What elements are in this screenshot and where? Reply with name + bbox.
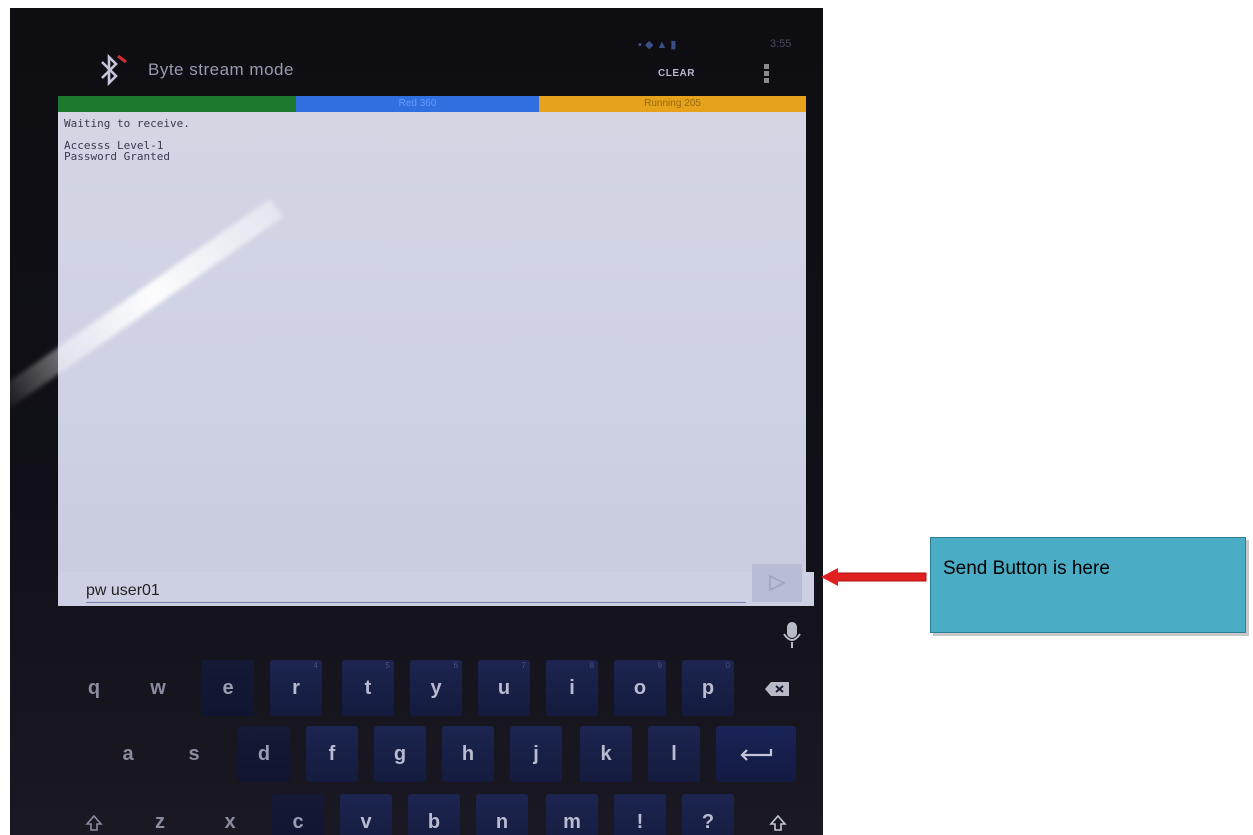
overflow-menu-icon[interactable] [762,62,770,86]
terminal-output: Waiting to receive. Accesss Level-1 Pass… [10,112,806,602]
key-q[interactable]: q [68,660,120,716]
key-label: n [495,811,509,833]
key-label: g [393,743,407,765]
key-p[interactable]: 0p [682,660,734,716]
microphone-icon[interactable] [780,620,804,650]
key-j[interactable]: j [510,726,562,782]
key-l[interactable]: l [648,726,700,782]
backspace-icon [765,681,789,696]
key-g[interactable]: g [374,726,426,782]
app-title: Byte stream mode [148,60,294,79]
screen-glare [10,198,283,413]
status-segment-green [58,96,296,112]
key-m[interactable]: m [546,794,598,835]
key-question[interactable]: ? [682,794,734,835]
key-label: u [497,677,511,699]
key-label: o [633,677,647,699]
key-u[interactable]: 7u [478,660,530,716]
key-label: p [701,677,715,699]
key-c[interactable]: c [272,794,324,835]
key-label: x [224,811,236,833]
annotation-callout: Send Button is here [930,537,1246,633]
key-alt-label: 4 [313,661,318,670]
key-t[interactable]: 5t [342,660,394,716]
key-o[interactable]: 9o [614,660,666,716]
key-alt-label: 5 [385,661,390,670]
key-label: k [600,743,612,765]
key-alt-label: 0 [725,661,730,670]
key-label: s [188,743,200,765]
key-label: i [569,677,575,699]
key-h[interactable]: h [442,726,494,782]
bluetooth-icon [101,53,127,87]
key-alt-label: 8 [589,661,594,670]
annotation-text: Send Button is here [943,558,1110,579]
tablet-screen-photo: Byte stream mode ▪ ◆ ▲ ▮ 3:55 CLEAR Red … [10,8,823,835]
key-label: v [360,811,372,833]
key-label: r [292,677,300,699]
shift-icon [769,814,787,831]
key-label: j [533,743,539,765]
key-f[interactable]: f [306,726,358,782]
key-v[interactable]: v [340,794,392,835]
key-backspace[interactable] [752,660,802,716]
key-i[interactable]: 8i [546,660,598,716]
key-label: d [257,743,271,765]
send-button[interactable] [752,564,802,602]
key-label: z [155,811,165,833]
connection-status-strip: Red 360 Running 205 [58,96,806,112]
key-label: c [292,811,304,833]
key-label: e [222,677,234,699]
key-exclamation[interactable]: ! [614,794,666,835]
status-bar-icons: ▪ ◆ ▲ ▮ [638,39,677,51]
key-x[interactable]: x [204,794,256,835]
key-alt-label: 7 [521,661,526,670]
key-label: w [150,677,166,699]
key-label: ! [636,811,644,833]
key-alt-label: 6 [453,661,458,670]
terminal-text: Waiting to receive. Accesss Level-1 Pass… [64,117,190,163]
key-label: t [364,677,372,699]
key-label: a [122,743,134,765]
key-label: b [427,811,441,833]
key-z[interactable]: z [134,794,186,835]
key-label: y [430,677,442,699]
key-enter[interactable] [716,726,796,782]
annotation-arrow-icon [821,568,927,586]
status-segment-yellow: Running 205 [539,96,806,112]
clear-button[interactable]: CLEAR [658,68,695,79]
key-label: l [671,743,677,765]
key-shift-right[interactable] [752,794,804,835]
enter-icon [740,748,773,761]
send-icon [769,574,786,592]
key-e[interactable]: e [202,660,254,716]
key-n[interactable]: n [476,794,528,835]
status-segment-blue: Red 360 [296,96,539,112]
action-bar: Byte stream mode ▪ ◆ ▲ ▮ 3:55 CLEAR [10,8,823,108]
key-label: h [461,743,475,765]
key-s[interactable]: s [168,726,220,782]
key-y[interactable]: 6y [410,660,462,716]
message-input-row [58,572,814,606]
key-k[interactable]: k [580,726,632,782]
key-label: m [563,811,581,833]
key-d[interactable]: d [238,726,290,782]
key-shift[interactable] [68,794,120,835]
key-label: f [328,743,336,765]
key-w[interactable]: w [132,660,184,716]
key-a[interactable]: a [102,726,154,782]
message-input[interactable] [86,580,746,603]
key-label: ? [701,811,715,833]
soft-keyboard: q w e 4r 5t 6y 7u 8i 9o 0p a s d f g h j… [10,610,823,835]
status-time: 3:55 [770,38,792,50]
shift-icon [85,814,103,831]
key-alt-label: 9 [657,661,662,670]
key-label: q [87,677,101,699]
key-r[interactable]: 4r [270,660,322,716]
key-b[interactable]: b [408,794,460,835]
